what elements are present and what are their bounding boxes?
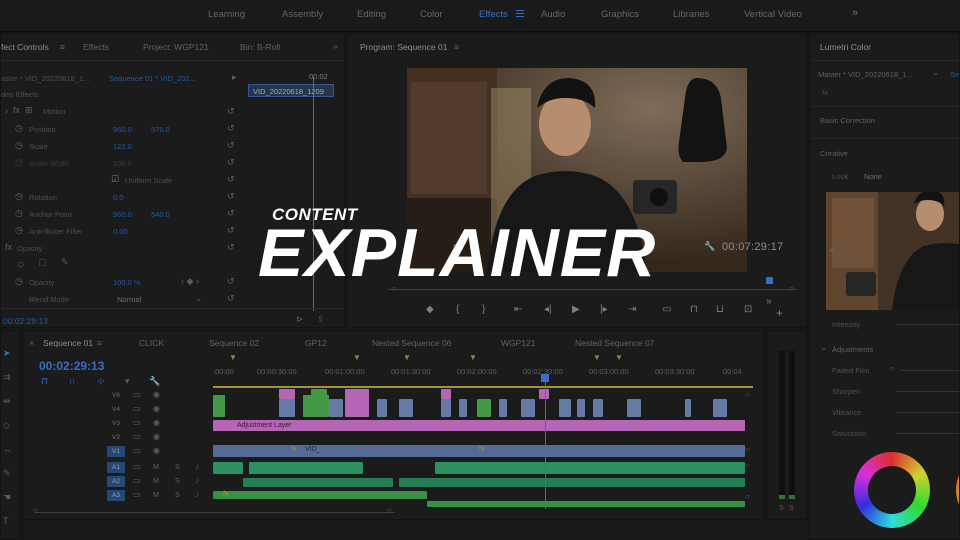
overlay-title: EXPLAINER (258, 215, 657, 291)
